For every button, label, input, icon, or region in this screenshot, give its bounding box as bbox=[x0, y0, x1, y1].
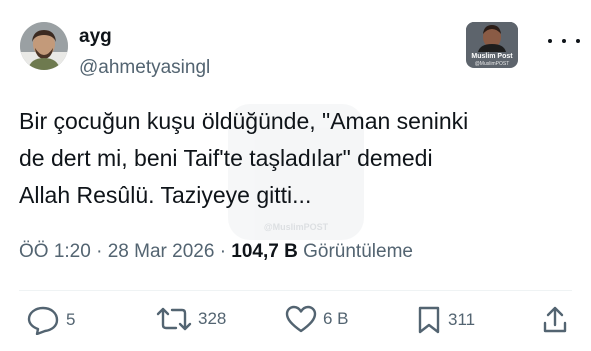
tweet-line: Allah Resûlü. Taziyeye gitti... bbox=[19, 182, 312, 208]
more-dot bbox=[548, 39, 552, 43]
badge-avatar-icon bbox=[466, 22, 518, 52]
more-options-icon[interactable] bbox=[548, 36, 580, 46]
views-count: 104,7 B bbox=[231, 241, 298, 262]
badge-title: Muslim Post bbox=[471, 53, 513, 60]
reply-count: 5 bbox=[66, 310, 76, 329]
repost-button[interactable]: 328 bbox=[156, 305, 226, 333]
display-name[interactable]: ayg bbox=[79, 26, 112, 48]
meta-separator: · bbox=[96, 241, 103, 262]
more-dot bbox=[562, 39, 566, 43]
watermark-text: @MuslimPOST bbox=[263, 222, 329, 232]
bookmark-count: 311 bbox=[448, 310, 476, 329]
meta-separator: · bbox=[219, 241, 227, 262]
tweet-line: de dert mi, beni Taif'te taşladılar" dem… bbox=[19, 145, 433, 171]
avatar[interactable] bbox=[20, 22, 68, 70]
bookmark-button[interactable]: 311 bbox=[416, 305, 475, 335]
bookmark-icon bbox=[418, 306, 440, 334]
heart-icon bbox=[285, 305, 317, 333]
share-button[interactable] bbox=[541, 305, 569, 335]
reply-icon bbox=[27, 306, 59, 335]
reply-button[interactable]: 5 bbox=[26, 305, 75, 335]
tweet-line: Bir çocuğun kuşu öldüğünde, "Aman senink… bbox=[19, 108, 469, 134]
affiliate-badge[interactable]: Muslim Post @MuslimPOST bbox=[466, 22, 518, 68]
divider bbox=[19, 290, 572, 291]
repost-count: 328 bbox=[198, 309, 227, 328]
tweet-text: Bir çocuğun kuşu öldüğünde, "Aman senink… bbox=[19, 103, 575, 214]
like-button[interactable]: 6 B bbox=[285, 305, 349, 333]
more-dot bbox=[576, 39, 580, 43]
like-count: 6 B bbox=[323, 309, 349, 328]
share-icon bbox=[543, 306, 567, 333]
user-handle[interactable]: @ahmetyasingl bbox=[79, 57, 210, 79]
views-label: Görüntüleme bbox=[303, 241, 413, 262]
tweet-meta: ÖÖ 1:20 · 28 Mar 2026 · 104,7 B Görüntül… bbox=[19, 241, 413, 263]
badge-subtitle: @MuslimPOST bbox=[474, 61, 510, 67]
tweet-time[interactable]: ÖÖ 1:20 bbox=[19, 241, 91, 262]
repost-icon bbox=[156, 307, 192, 331]
avatar-photo-icon bbox=[20, 22, 68, 70]
tweet-date[interactable]: 28 Mar 2026 bbox=[108, 241, 215, 262]
